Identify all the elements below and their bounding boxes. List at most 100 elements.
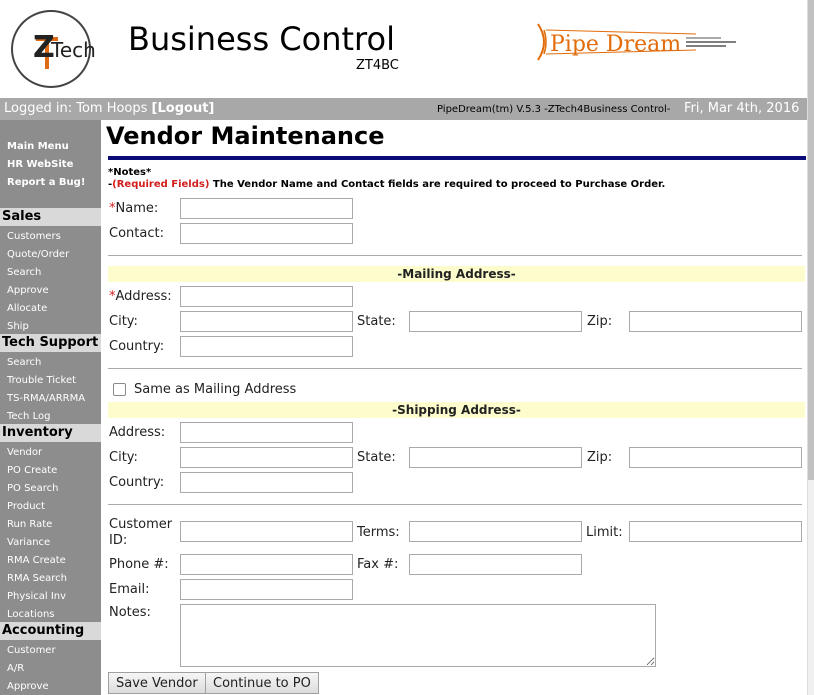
customer-id-label-line1: Customer [109, 517, 173, 532]
phone-input[interactable] [180, 554, 353, 575]
customer-id-input[interactable] [180, 521, 353, 542]
date-text: Fri, Mar 4th, 2016 [684, 101, 800, 116]
fax-label: Fax #: [357, 557, 399, 572]
sidebar-link-report-bug[interactable]: Report a Bug! [7, 177, 85, 188]
shipping-state-input[interactable] [409, 447, 582, 468]
sidebar: Main Menu HR WebSite Report a Bug! Sales… [0, 120, 101, 695]
sidebar-item-tech-search[interactable]: Search [7, 357, 41, 368]
required-fields-label: (Required Fields) [112, 179, 210, 190]
sidebar-link-hr-website[interactable]: HR WebSite [7, 159, 73, 170]
shipping-address-header: -Shipping Address- [108, 402, 805, 418]
vendor-name-input[interactable] [180, 198, 353, 219]
notes-description: The Vendor Name and Contact fields are r… [209, 179, 666, 190]
same-as-mailing-label: Same as Mailing Address [134, 382, 297, 397]
sidebar-item-ar[interactable]: A/R [7, 663, 24, 674]
email-label: Email: [109, 582, 150, 597]
fax-input[interactable] [409, 554, 582, 575]
sidebar-item-locations[interactable]: Locations [7, 609, 55, 620]
name-label: *Name: [109, 201, 158, 216]
mailing-address-label: *Address: [109, 289, 172, 304]
sidebar-item-po-search[interactable]: PO Search [7, 483, 58, 494]
notes-heading: *Notes* [108, 167, 152, 178]
limit-label: Limit: [586, 525, 623, 540]
sidebar-section-inventory: Inventory [0, 424, 101, 442]
phone-label: Phone #: [109, 557, 169, 572]
logout-link[interactable]: [Logout] [152, 101, 215, 116]
sidebar-link-main-menu[interactable]: Main Menu [7, 141, 69, 152]
sidebar-item-tech-log[interactable]: Tech Log [7, 411, 50, 422]
shipping-zip-label: Zip: [587, 450, 613, 465]
mailing-country-input[interactable] [180, 336, 353, 357]
status-bar: Logged in: Tom Hoops [Logout] PipeDream(… [0, 98, 807, 120]
mailing-zip-input[interactable] [629, 311, 802, 332]
sidebar-item-rma-search[interactable]: RMA Search [7, 573, 67, 584]
sidebar-item-ts-rma[interactable]: TS-RMA/ARRMA [7, 393, 85, 404]
contact-input[interactable] [180, 223, 353, 244]
ztech-logo: Z Tech [11, 10, 96, 88]
notes-text: -(Required Fields) The Vendor Name and C… [108, 179, 665, 190]
pipe-dream-text: Pipe Dream [550, 32, 682, 57]
sidebar-section-sales: Sales [0, 208, 101, 226]
mailing-address-label-text: Address: [115, 289, 172, 304]
contact-label: Contact: [109, 226, 164, 241]
terms-input[interactable] [409, 521, 582, 542]
user-label: Logged in: Tom Hoops [4, 101, 148, 116]
sidebar-item-product[interactable]: Product [7, 501, 45, 512]
page-title: Vendor Maintenance [106, 122, 385, 150]
app-subtitle: ZT4BC [356, 58, 399, 73]
shipping-city-label: City: [109, 450, 138, 465]
sidebar-item-quote-order[interactable]: Quote/Order [7, 249, 69, 260]
limit-input[interactable] [629, 521, 802, 542]
app-title: Business Control [128, 20, 395, 58]
shipping-state-label: State: [357, 450, 396, 465]
sidebar-item-ship[interactable]: Ship [7, 321, 29, 332]
terms-label: Terms: [357, 525, 400, 540]
section-divider [108, 368, 802, 369]
title-divider [108, 156, 806, 160]
version-text: PipeDream(tm) V.5.3 -ZTech4Business Cont… [437, 104, 671, 115]
sidebar-item-sales-search[interactable]: Search [7, 267, 41, 278]
mailing-address-header: -Mailing Address- [108, 266, 805, 282]
shipping-address-input[interactable] [180, 422, 353, 443]
sidebar-item-variance[interactable]: Variance [7, 537, 50, 548]
notes-label: Notes: [109, 605, 151, 620]
sidebar-item-sales-approve[interactable]: Approve [7, 285, 49, 296]
mailing-address-input[interactable] [180, 286, 353, 307]
shipping-address-label: Address: [109, 425, 166, 440]
sidebar-item-run-rate[interactable]: Run Rate [7, 519, 52, 530]
section-divider [108, 504, 802, 505]
sidebar-item-physical-inv[interactable]: Physical Inv [7, 591, 66, 602]
sidebar-item-vendor[interactable]: Vendor [7, 447, 42, 458]
mailing-country-label: Country: [109, 339, 165, 354]
email-input[interactable] [180, 579, 353, 600]
shipping-zip-input[interactable] [629, 447, 802, 468]
save-vendor-button[interactable]: Save Vendor [108, 672, 206, 694]
mailing-city-input[interactable] [180, 311, 353, 332]
sidebar-item-allocate[interactable]: Allocate [7, 303, 47, 314]
sidebar-section-tech-support: Tech Support [0, 334, 101, 352]
sidebar-item-po-create[interactable]: PO Create [7, 465, 57, 476]
sidebar-item-acct-approve[interactable]: Approve [7, 681, 49, 692]
mailing-zip-label: Zip: [587, 314, 613, 329]
name-label-text: Name: [115, 201, 159, 216]
notes-textarea[interactable] [180, 604, 656, 667]
header: Z Tech Business Control ZT4BC Pipe Dream [0, 0, 807, 98]
sidebar-item-customers[interactable]: Customers [7, 231, 61, 242]
logo-tech: Tech [51, 38, 96, 62]
section-divider [108, 255, 802, 256]
same-as-mailing-checkbox[interactable] [113, 383, 126, 396]
shipping-country-label: Country: [109, 475, 165, 490]
pipe-dream-logo: Pipe Dream [536, 20, 740, 64]
shipping-country-input[interactable] [180, 472, 353, 493]
scrollbar-thumb[interactable] [808, 0, 814, 480]
sidebar-item-rma-create[interactable]: RMA Create [7, 555, 66, 566]
sidebar-item-acct-customer[interactable]: Customer [7, 645, 56, 656]
mailing-state-input[interactable] [409, 311, 582, 332]
main-content: Vendor Maintenance *Notes* -(Required Fi… [101, 120, 807, 695]
customer-id-label: Customer ID: [109, 517, 172, 549]
continue-to-po-button[interactable]: Continue to PO [205, 672, 319, 694]
customer-id-label-line2: ID: [109, 533, 128, 548]
shipping-city-input[interactable] [180, 447, 353, 468]
sidebar-item-trouble-ticket[interactable]: Trouble Ticket [7, 375, 76, 386]
mailing-state-label: State: [357, 314, 396, 329]
